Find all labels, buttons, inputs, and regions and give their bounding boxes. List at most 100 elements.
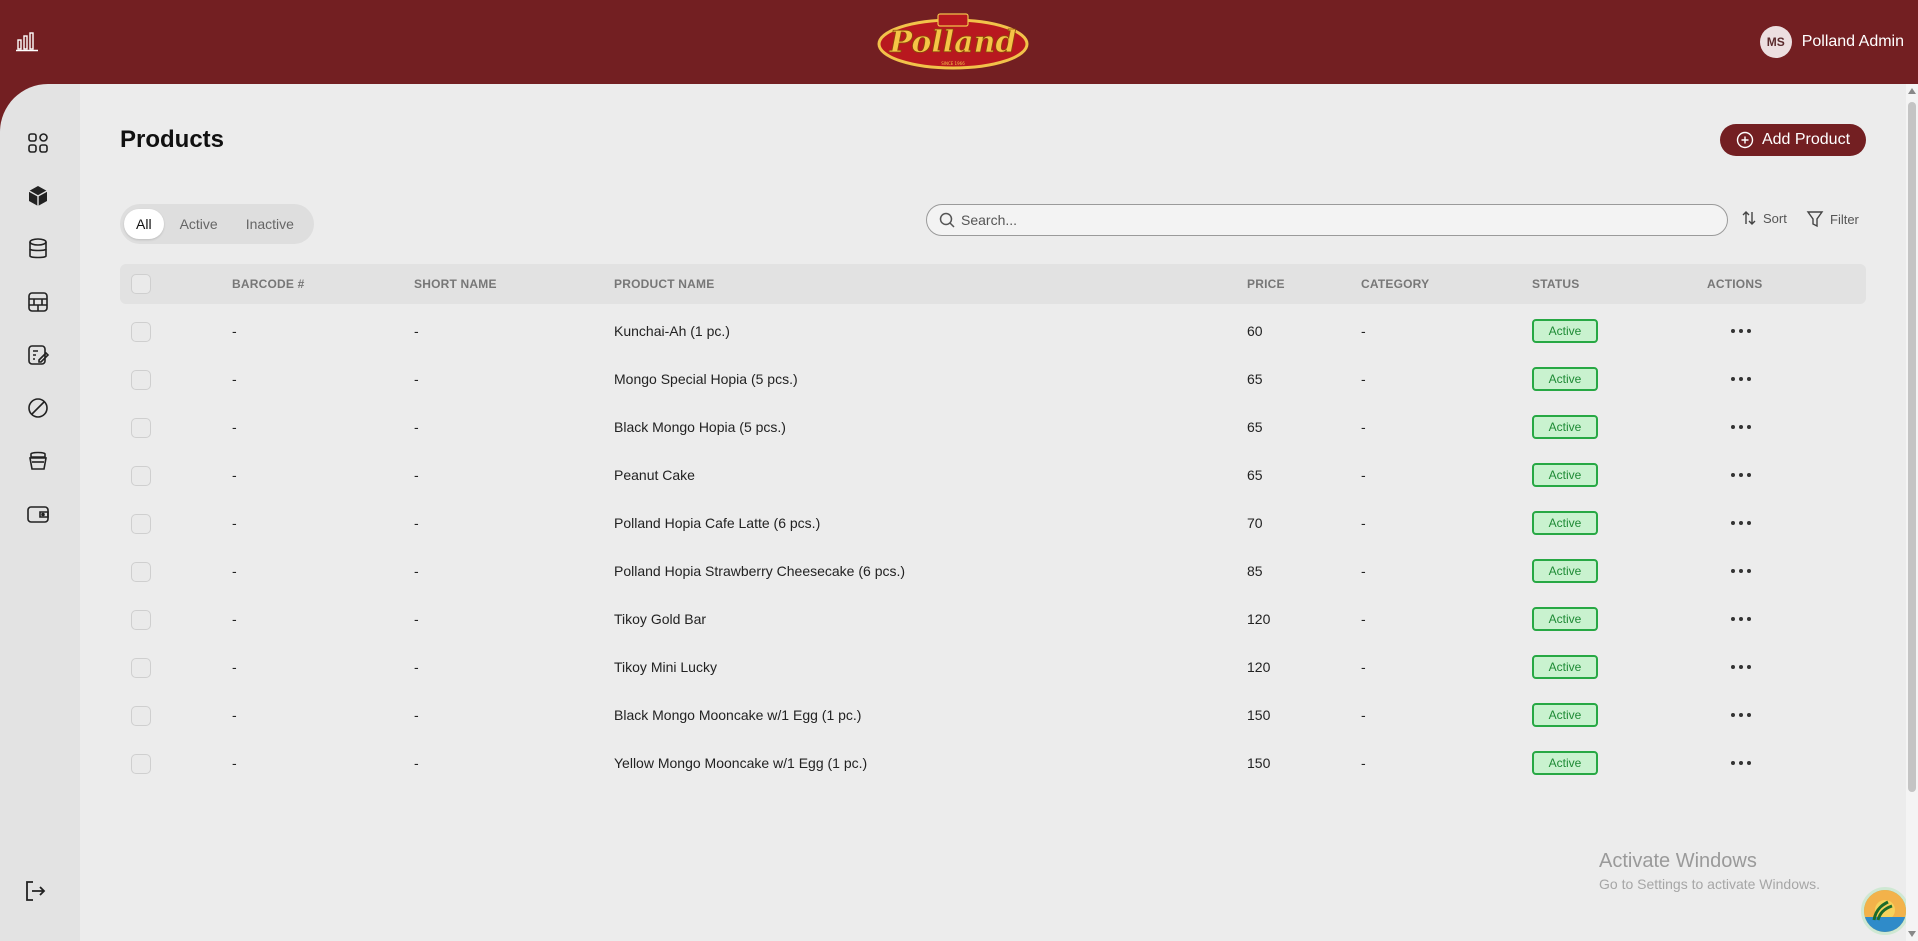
tab-inactive[interactable]: Inactive xyxy=(234,209,306,239)
row-checkbox[interactable] xyxy=(131,418,151,438)
tab-all[interactable]: All xyxy=(124,209,164,239)
status-badge: Active xyxy=(1532,463,1598,487)
add-product-button[interactable]: Add Product xyxy=(1720,124,1866,156)
row-checkbox[interactable] xyxy=(131,370,151,390)
search-icon xyxy=(939,212,955,228)
cell-short-name: - xyxy=(414,563,419,579)
more-actions-icon[interactable] xyxy=(1731,371,1751,387)
table-row[interactable]: - - Black Mongo Mooncake w/1 Egg (1 pc.) 15… xyxy=(120,692,1866,740)
more-actions-icon[interactable] xyxy=(1731,467,1751,483)
table-row[interactable]: - - Mongo Special Hopia (5 pcs.) 65 - Active xyxy=(120,356,1866,404)
row-checkbox[interactable] xyxy=(131,322,151,342)
cell-barcode: - xyxy=(232,707,237,723)
basket-icon[interactable] xyxy=(25,448,51,474)
store-icon[interactable] xyxy=(25,289,51,315)
search-input[interactable] xyxy=(961,212,1727,228)
row-checkbox[interactable] xyxy=(131,658,151,678)
row-checkbox[interactable] xyxy=(131,754,151,774)
box-icon[interactable] xyxy=(25,183,51,209)
cell-product-name: Polland Hopia Strawberry Cheesecake (6 p… xyxy=(614,563,906,579)
cell-price: 120 xyxy=(1247,611,1271,627)
more-actions-icon[interactable] xyxy=(1731,755,1751,771)
cell-product-name: Kunchai-Ah (1 pc.) xyxy=(614,323,730,339)
database-icon[interactable] xyxy=(25,236,51,262)
more-actions-icon[interactable] xyxy=(1731,563,1751,579)
cell-product-name: Yellow Mongo Mooncake w/1 Egg (1 pc.) xyxy=(614,755,868,771)
page-title: Products xyxy=(120,126,225,153)
edit-list-icon[interactable] xyxy=(25,342,51,368)
table-row[interactable]: - - Black Mongo Hopia (5 pcs.) 65 - Active xyxy=(120,404,1866,452)
select-all-checkbox[interactable] xyxy=(131,274,151,294)
table-row[interactable]: - - Tikoy Gold Bar 120 - Active xyxy=(120,596,1866,644)
cell-short-name: - xyxy=(414,755,419,771)
logout-icon[interactable] xyxy=(22,878,48,904)
more-actions-icon[interactable] xyxy=(1731,707,1751,723)
cell-short-name: - xyxy=(414,323,419,339)
sort-label: Sort xyxy=(1763,210,1787,226)
cell-product-name: Tikoy Mini Lucky xyxy=(614,659,717,675)
table-row[interactable]: - - Polland Hopia Cafe Latte (6 pcs.) 70 - Ac… xyxy=(120,500,1866,548)
more-actions-icon[interactable] xyxy=(1731,659,1751,675)
more-actions-icon[interactable] xyxy=(1731,323,1751,339)
cell-barcode: - xyxy=(232,371,237,387)
wallet-icon[interactable] xyxy=(25,501,51,527)
ban-icon[interactable] xyxy=(25,395,51,421)
cell-price: 60 xyxy=(1247,323,1263,339)
scroll-down-arrow-icon[interactable] xyxy=(1908,931,1916,937)
dashboard-grid-icon[interactable] xyxy=(25,130,51,156)
cell-barcode: - xyxy=(232,419,237,435)
cell-barcode: - xyxy=(232,755,237,771)
scroll-up-arrow-icon[interactable] xyxy=(1908,88,1916,94)
cell-short-name: - xyxy=(414,707,419,723)
cell-category: - xyxy=(1361,323,1366,339)
cell-price: 65 xyxy=(1247,371,1263,387)
row-checkbox[interactable] xyxy=(131,610,151,630)
status-badge: Active xyxy=(1532,415,1598,439)
avatar: MS xyxy=(1759,26,1792,58)
filter-label: Filter xyxy=(1830,211,1859,227)
sidebar xyxy=(0,84,80,941)
plus-circle-icon xyxy=(1736,131,1754,149)
cell-short-name: - xyxy=(414,515,419,531)
table-row[interactable]: - - Tikoy Mini Lucky 120 - Active xyxy=(120,644,1866,692)
row-checkbox[interactable] xyxy=(131,514,151,534)
table-row[interactable]: - - Peanut Cake 65 - Active xyxy=(120,452,1866,500)
vertical-scrollbar[interactable] xyxy=(1906,84,1918,941)
scroll-thumb[interactable] xyxy=(1908,102,1916,792)
row-checkbox[interactable] xyxy=(131,562,151,582)
cell-product-name: Peanut Cake xyxy=(614,467,695,483)
col-category: CATEGORY xyxy=(1361,277,1430,291)
status-badge: Active xyxy=(1532,319,1598,343)
cell-product-name: Black Mongo Mooncake w/1 Egg (1 pc.) xyxy=(614,707,862,723)
cell-category: - xyxy=(1361,563,1366,579)
cell-category: - xyxy=(1361,371,1366,387)
chat-assistant-icon[interactable] xyxy=(1861,887,1909,935)
bar-chart-icon[interactable] xyxy=(16,30,38,52)
cell-barcode: - xyxy=(232,659,237,675)
user-menu[interactable]: MS Polland Admin xyxy=(1759,26,1904,58)
col-actions: ACTIONS xyxy=(1707,277,1763,291)
activate-windows-title: Activate Windows xyxy=(1599,850,1757,872)
row-checkbox[interactable] xyxy=(131,706,151,726)
col-price: PRICE xyxy=(1247,277,1285,291)
col-status: STATUS xyxy=(1532,277,1580,291)
more-actions-icon[interactable] xyxy=(1731,515,1751,531)
row-checkbox[interactable] xyxy=(131,466,151,486)
cell-category: - xyxy=(1361,515,1366,531)
sort-button[interactable]: Sort xyxy=(1741,210,1787,226)
table-row[interactable]: - - Kunchai-Ah (1 pc.) 60 - Active xyxy=(120,308,1866,356)
tab-active[interactable]: Active xyxy=(168,209,230,239)
table-row[interactable]: - - Polland Hopia Strawberry Cheesecake (6… xyxy=(120,548,1866,596)
more-actions-icon[interactable] xyxy=(1731,419,1751,435)
cell-short-name: - xyxy=(414,659,419,675)
table-header: BARCODE # SHORT NAME PRODUCT NAME PRICE … xyxy=(120,264,1866,304)
more-actions-icon[interactable] xyxy=(1731,611,1751,627)
table-row[interactable]: - - Yellow Mongo Mooncake w/1 Egg (1 pc.) 1… xyxy=(120,740,1866,788)
search-box xyxy=(926,204,1728,236)
cell-barcode: - xyxy=(232,563,237,579)
filter-icon xyxy=(1806,211,1824,228)
cell-short-name: - xyxy=(414,419,419,435)
cell-price: 150 xyxy=(1247,755,1271,771)
filter-button[interactable]: Filter xyxy=(1806,210,1859,228)
status-badge: Active xyxy=(1532,559,1598,583)
